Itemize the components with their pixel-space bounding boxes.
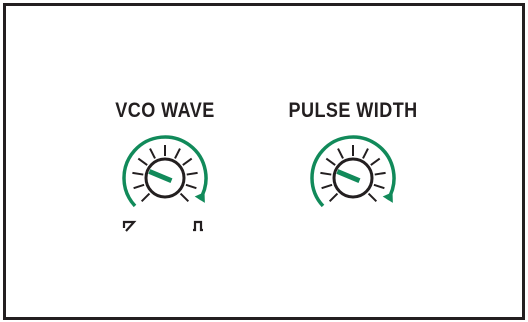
vco-wave-scale-tick: [137, 157, 148, 166]
vco-wave-scale-tick: [174, 148, 181, 159]
vco-wave-control: VCO WAVE: [90, 98, 240, 232]
vco-wave-scale-tick: [149, 148, 156, 159]
pulse-width-range-arrowhead: [382, 192, 393, 203]
pulse-width-scale-tick: [367, 192, 378, 203]
pulse-width-scale-tick: [373, 183, 385, 190]
pulse-width-control: PULSE WIDTH: [278, 98, 428, 208]
vco-wave-range-arrowhead: [194, 192, 205, 203]
vco-wave-scale-tick: [140, 192, 151, 203]
square-wave-icon: [193, 220, 203, 232]
vco-wave-knob-graphic: [122, 135, 208, 232]
vco-wave-scale-tick: [179, 192, 190, 203]
pulse-width-label: PULSE WIDTH: [288, 99, 418, 122]
pulse-width-scale-tick: [337, 148, 344, 159]
pulse-width-scale-tick: [374, 171, 386, 176]
vco-wave-scale-tick: [185, 183, 197, 190]
vco-wave-scale-tick: [182, 157, 193, 166]
synth-panel: VCO WAVE PULSE WIDTH: [3, 3, 525, 320]
vco-wave-label: VCO WAVE: [115, 99, 215, 122]
pulse-width-scale-tick: [320, 171, 332, 176]
vco-wave-scale-tick: [133, 183, 145, 190]
sawtooth-wave-icon: [122, 220, 137, 232]
pulse-width-scale-tick: [362, 148, 369, 159]
vco-wave-scale-tick: [132, 171, 144, 176]
pulse-width-scale-tick: [321, 183, 333, 190]
pulse-width-scale-tick: [370, 157, 381, 166]
pulse-width-scale-tick: [328, 192, 339, 203]
pulse-width-knob-graphic: [310, 135, 396, 208]
vco-wave-scale-tick: [186, 171, 198, 176]
pulse-width-scale-tick: [325, 157, 336, 166]
